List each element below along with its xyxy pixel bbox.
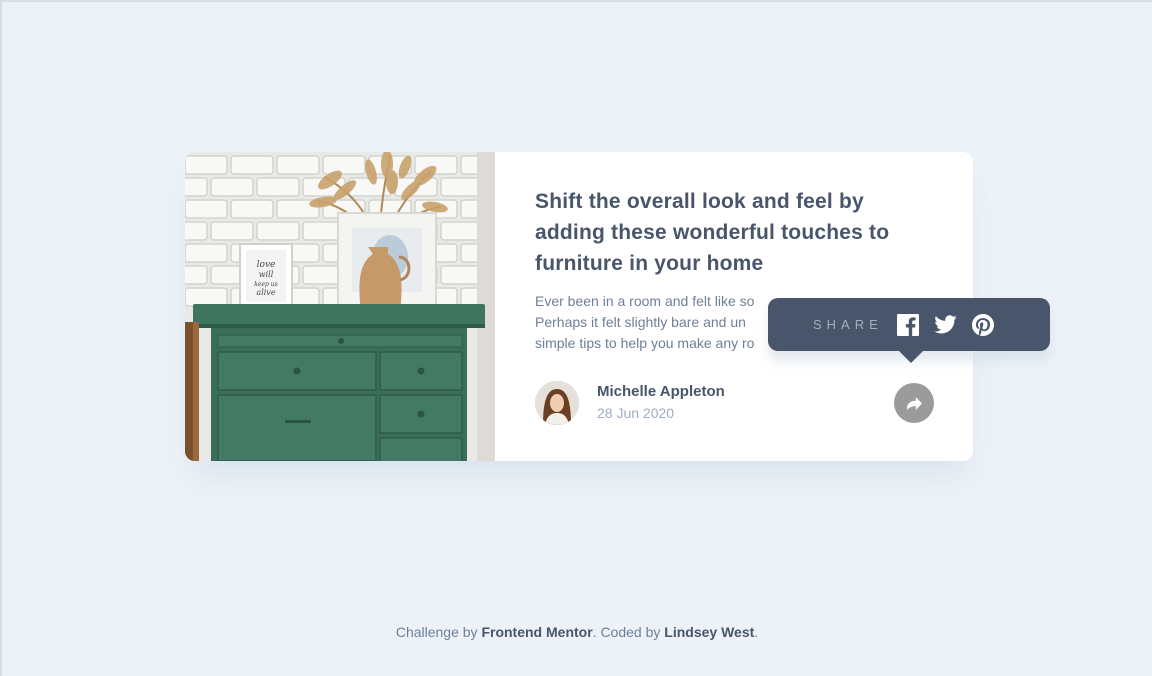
frame-text-love: love [257, 260, 276, 270]
description-line: Perhaps it felt slightly bare and un [535, 314, 746, 330]
author-info: Michelle Appleton 28 Jun 2020 [597, 382, 725, 424]
attribution-middle: . Coded by [592, 624, 665, 640]
article-image: love will keep us alive [185, 152, 495, 461]
frame-text-keep: keep us [254, 281, 277, 288]
frame-text-will: will [259, 270, 274, 279]
frontend-mentor-link[interactable]: Frontend Mentor [481, 624, 592, 640]
attribution-suffix: . [754, 624, 759, 640]
author-link[interactable]: Lindsey West [664, 624, 754, 640]
avatar [535, 381, 579, 425]
share-button[interactable] [894, 383, 934, 423]
share-arrow-icon [906, 396, 922, 410]
social-links [896, 313, 1009, 336]
description-line: Ever been in a room and felt like so [535, 293, 755, 309]
author-block: Michelle Appleton 28 Jun 2020 [535, 381, 725, 425]
frame-text-alive: alive [256, 288, 275, 297]
attribution: Challenge by Frontend Mentor. Coded by L… [2, 624, 1152, 640]
facebook-icon[interactable] [896, 313, 919, 336]
share-popup: SHARE [768, 298, 1050, 363]
pinterest-icon[interactable] [971, 313, 994, 336]
description-line: simple tips to help you make any ro [535, 335, 755, 351]
attribution-prefix: Challenge by [395, 624, 482, 640]
share-label: SHARE [813, 317, 883, 332]
page: love will keep us alive Shift the overal… [0, 0, 1152, 676]
article-title: Shift the overall look and feel by addin… [535, 190, 890, 275]
author-name: Michelle Appleton [597, 383, 725, 400]
publish-date: 28 Jun 2020 [597, 405, 675, 421]
twitter-icon[interactable] [934, 315, 957, 334]
article-card: love will keep us alive Shift the overal… [185, 152, 1050, 461]
